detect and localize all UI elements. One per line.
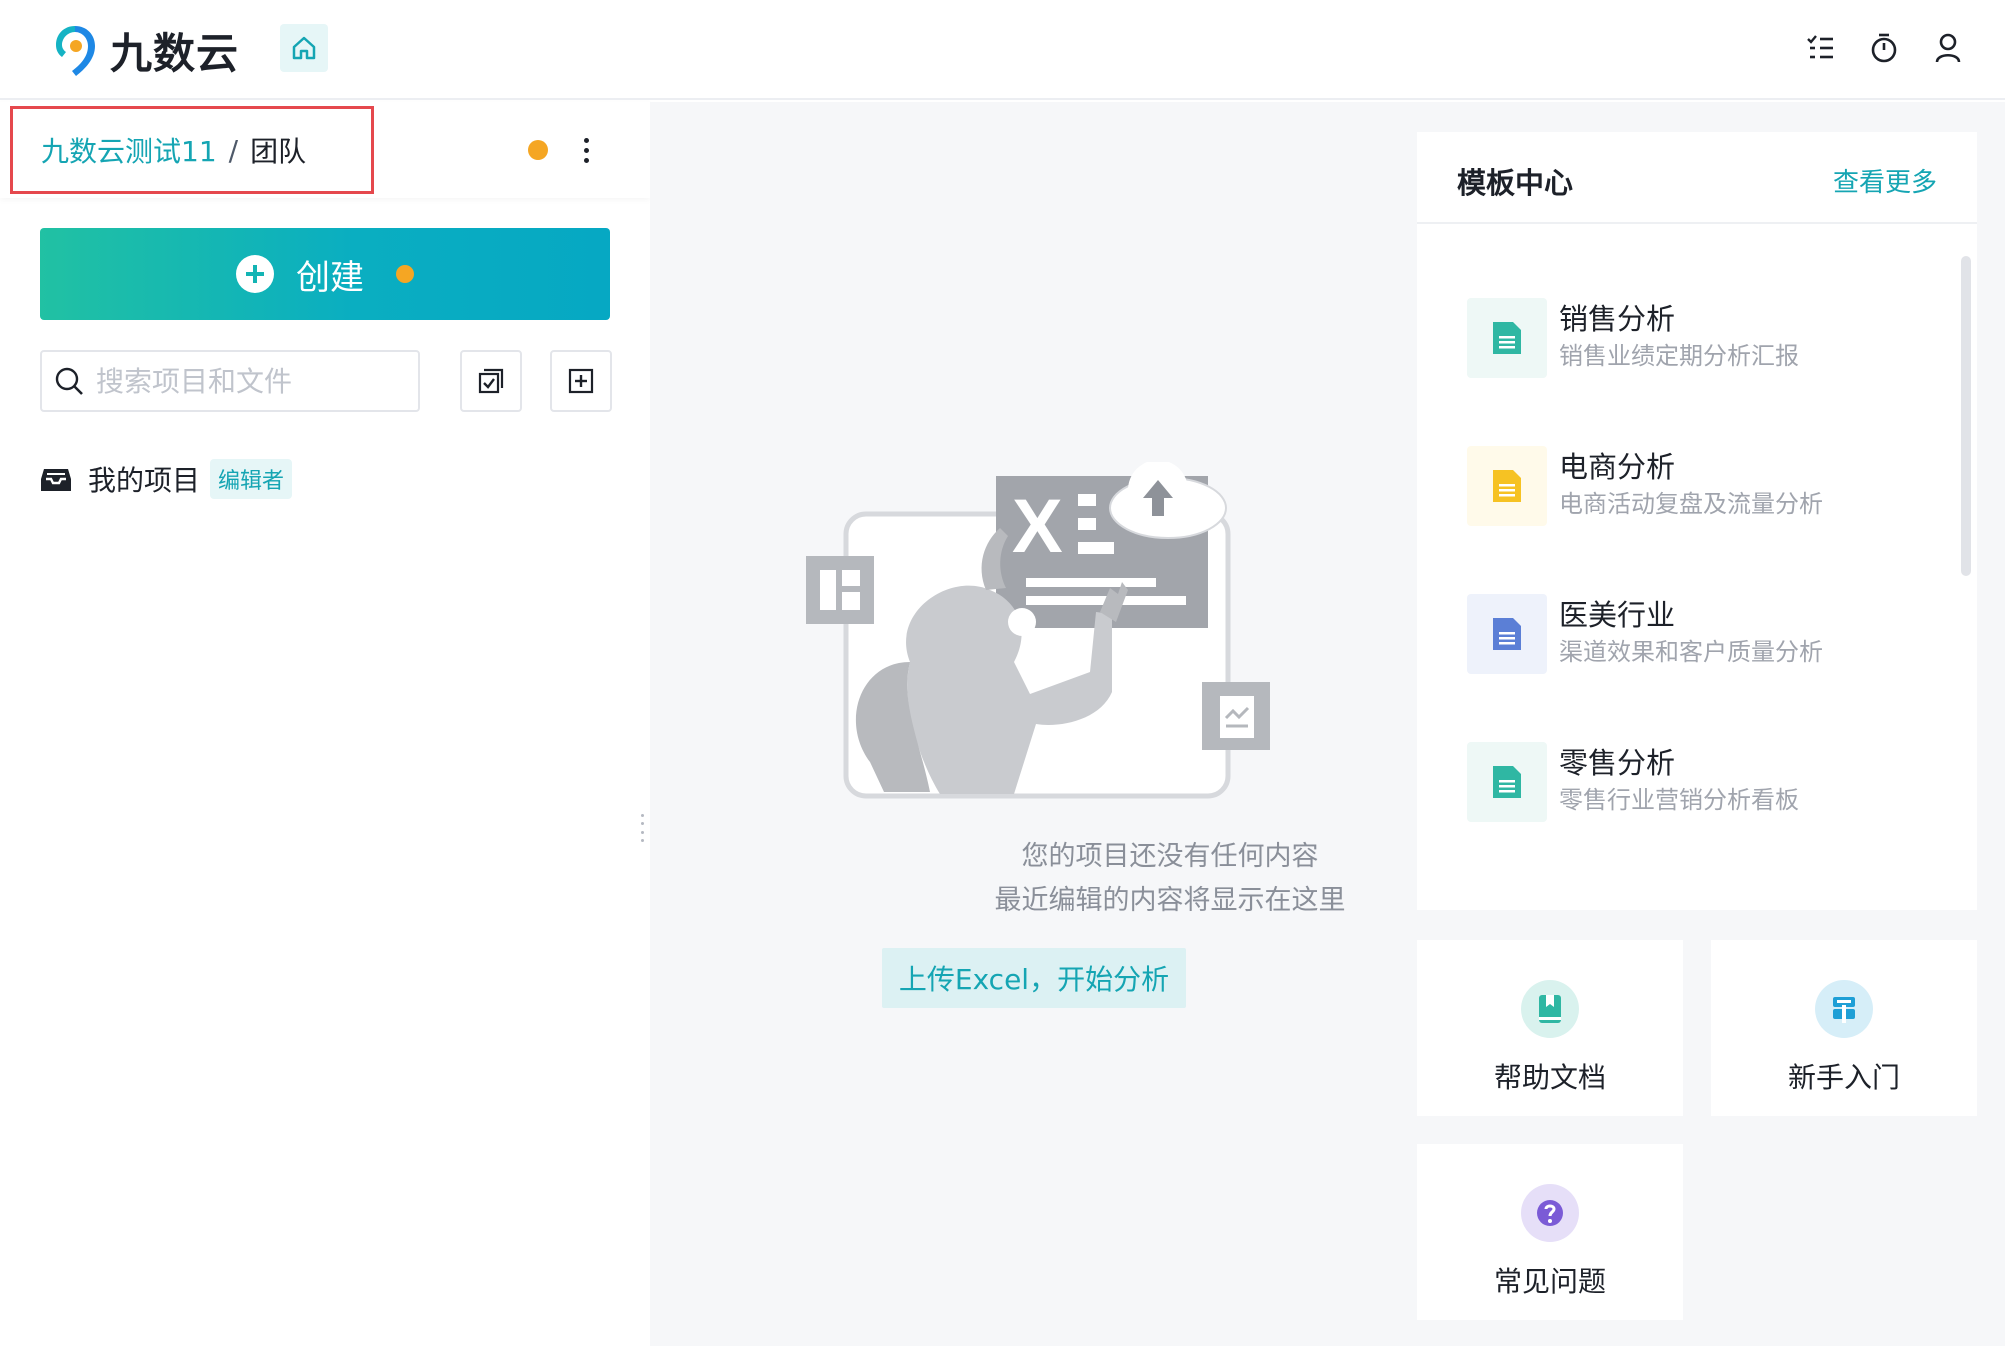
template-center-header: 模板中心 查看更多 — [1417, 132, 1977, 224]
user-button[interactable] — [1931, 28, 1965, 68]
view-more-link[interactable]: 查看更多 — [1833, 162, 1937, 199]
add-square-icon — [568, 368, 594, 394]
more-menu-button[interactable] — [572, 130, 600, 170]
empty-state-illustration: X — [806, 462, 1270, 799]
getting-started-label: 新手入门 — [1787, 1061, 1900, 1094]
template-description: 零售行业营销分析看板 — [1559, 786, 1799, 814]
my-projects-item[interactable]: 我的项目 编辑者 — [40, 454, 293, 504]
template-name: 医美行业 — [1559, 598, 1676, 632]
signpost-icon — [1815, 980, 1873, 1038]
getting-started-card[interactable]: 新手入门 — [1711, 940, 1977, 1116]
logo-mark-icon — [56, 26, 95, 76]
template-description: 电商活动复盘及流量分析 — [1559, 490, 1823, 518]
app-logo[interactable]: 九数云 — [50, 20, 239, 80]
timer-icon — [1871, 33, 1897, 63]
resize-dot — [640, 814, 644, 817]
retail-document-icon — [1467, 742, 1547, 822]
top-bar: 九数云 — [0, 0, 2005, 100]
template-name: 电商分析 — [1559, 450, 1676, 484]
cloud-upload-icon — [1109, 462, 1227, 539]
main-content: X 您的项目还没有任何内容 最近编辑的内容将显示在这里 上传Excel，开始分析… — [650, 102, 2005, 1346]
create-label: 创建 — [296, 257, 364, 298]
faq-card[interactable]: 常见问题 — [1417, 1144, 1683, 1320]
template-item-retail[interactable]: 零售分析 零售行业营销分析看板 — [1467, 740, 1907, 824]
task-list-icon — [1807, 35, 1833, 59]
home-icon — [292, 36, 316, 60]
question-icon — [1521, 1184, 1579, 1242]
template-description: 销售业绩定期分析汇报 — [1559, 342, 1799, 370]
panel-resize-handle[interactable] — [639, 814, 645, 842]
home-button[interactable] — [280, 24, 328, 72]
more-dot — [583, 147, 589, 153]
brand-name: 九数云 — [110, 28, 240, 78]
faq-label: 常见问题 — [1493, 1265, 1606, 1298]
template-list-scrollbar[interactable] — [1961, 256, 1971, 576]
team-header: 九数云测试11 / 团队 — [0, 102, 650, 198]
more-dot — [583, 137, 589, 143]
template-center-title: 模板中心 — [1457, 166, 1574, 200]
user-icon — [1935, 33, 1961, 63]
template-item-medical-beauty[interactable]: 医美行业 渠道效果和客户质量分析 — [1467, 592, 1907, 676]
breadcrumb-separator: / — [228, 133, 239, 167]
batch-select-button[interactable] — [460, 350, 522, 412]
more-dot — [583, 157, 589, 163]
plus-circle-icon — [236, 255, 274, 293]
resize-dot — [640, 822, 644, 826]
timer-button[interactable] — [1867, 28, 1901, 68]
breadcrumb-workspace[interactable]: 九数云测试11 — [41, 130, 217, 170]
sidebar: 九数云测试11 / 团队 创建 搜索项目和文件 我的项目 编辑者 — [0, 102, 650, 1346]
create-button[interactable]: 创建 — [40, 228, 610, 320]
medical-document-icon — [1467, 594, 1547, 674]
notification-dot — [528, 140, 548, 160]
search-icon — [55, 367, 83, 395]
resize-dot — [640, 830, 644, 834]
breadcrumb-current: 团队 — [250, 135, 307, 168]
inbox-icon — [41, 469, 71, 491]
new-project-button[interactable] — [550, 350, 612, 412]
help-docs-card[interactable]: 帮助文档 — [1417, 940, 1683, 1116]
svg-text:X: X — [1012, 484, 1063, 569]
my-projects-label: 我的项目 — [88, 464, 201, 497]
upload-excel-button[interactable]: 上传Excel，开始分析 — [882, 948, 1186, 1008]
task-list-button[interactable] — [1803, 28, 1837, 68]
template-center-panel: 模板中心 查看更多 销售分析 销售业绩定期分析汇报 电商分析 电商活动复盘及流量… — [1417, 132, 1977, 910]
template-name: 零售分析 — [1559, 746, 1676, 780]
template-item-ecommerce[interactable]: 电商分析 电商活动复盘及流量分析 — [1467, 444, 1907, 528]
breadcrumb: 九数云测试11 / 团队 — [10, 106, 374, 194]
template-description: 渠道效果和客户质量分析 — [1559, 638, 1823, 666]
template-name: 销售分析 — [1559, 302, 1676, 336]
search-input[interactable] — [96, 364, 396, 398]
checkbox-select-icon — [478, 368, 504, 394]
search-field[interactable] — [40, 350, 420, 412]
template-item-sales[interactable]: 销售分析 销售业绩定期分析汇报 — [1467, 296, 1907, 380]
help-docs-label: 帮助文档 — [1493, 1061, 1606, 1094]
role-badge: 编辑者 — [210, 459, 293, 499]
book-icon — [1521, 980, 1579, 1038]
create-badge-dot — [396, 265, 414, 283]
sales-document-icon — [1467, 298, 1547, 378]
ecommerce-document-icon — [1467, 446, 1547, 526]
resize-dot — [640, 838, 644, 842]
